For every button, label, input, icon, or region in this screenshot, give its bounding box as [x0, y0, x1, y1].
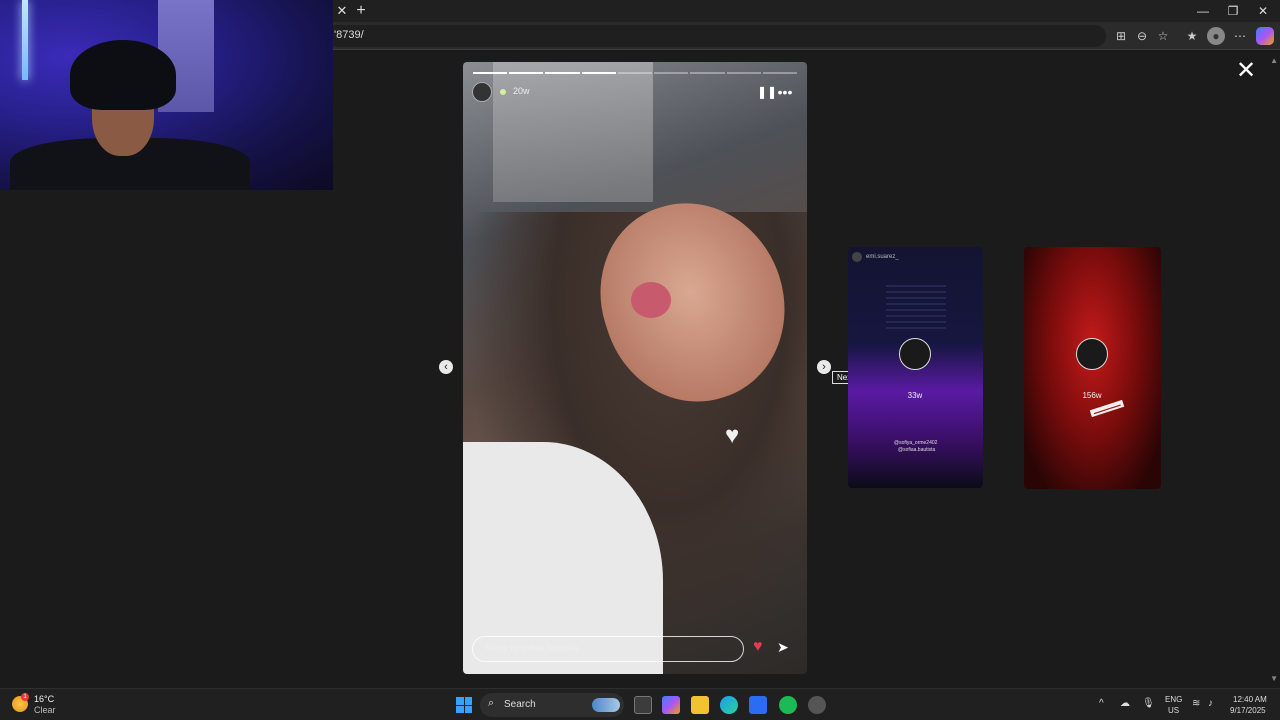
- taskbar: 1 16°C Clear ⌕ Search ^ ☁ 🎙 ENG US ≋ ♪ 1…: [0, 688, 1280, 720]
- preview-avatar: [899, 338, 931, 370]
- copilot-icon[interactable]: [1256, 27, 1274, 45]
- weather-temperature[interactable]: 16°C: [34, 694, 54, 704]
- next-story-preview[interactable]: emi.suarez_ 33w @sofiya_orme2402 @sofiaa…: [848, 247, 983, 488]
- previous-story-icon[interactable]: ‹: [439, 360, 453, 374]
- preview-time: 33w: [907, 391, 923, 400]
- new-tab-icon[interactable]: +: [352, 2, 370, 20]
- preview-text-block: [886, 285, 946, 329]
- favorites-icon[interactable]: ★: [1183, 27, 1201, 45]
- story-photo-lips: [631, 282, 671, 318]
- preview-time: 156w: [1082, 391, 1102, 400]
- close-viewer-icon[interactable]: ✕: [1234, 59, 1258, 84]
- taskbar-search[interactable]: ⌕ Search: [480, 693, 624, 717]
- story-progress-bar: [473, 72, 797, 74]
- region[interactable]: US: [1168, 706, 1179, 715]
- edge-browser-icon[interactable]: [720, 696, 738, 714]
- volume-icon[interactable]: ♪: [1208, 698, 1213, 709]
- story-card[interactable]: 20w ❚❚ ••• ♥ Reply to sofiaa.bautista...…: [463, 62, 807, 674]
- store-icon[interactable]: [749, 696, 767, 714]
- story-author-avatar[interactable]: [472, 82, 492, 102]
- story-car-window: [493, 62, 653, 202]
- more-options-icon[interactable]: •••: [775, 84, 795, 100]
- pause-icon[interactable]: ❚❚: [757, 84, 777, 100]
- progress-segment: [617, 72, 653, 74]
- preview-avatar-small: [852, 252, 862, 262]
- close-friends-dot-icon: [500, 89, 506, 95]
- send-icon[interactable]: ➤: [777, 639, 789, 656]
- search-highlight-image: [592, 698, 620, 712]
- like-heart-icon[interactable]: ♥: [753, 638, 763, 656]
- weather-condition[interactable]: Clear: [34, 705, 56, 715]
- profile-avatar-icon[interactable]: ●: [1207, 27, 1225, 45]
- restore-icon[interactable]: ❐: [1218, 2, 1248, 20]
- more-menu-icon[interactable]: ⋯: [1231, 27, 1249, 45]
- scroll-up-icon[interactable]: ▲: [1270, 56, 1278, 65]
- url-field[interactable]: '8739/: [326, 25, 1106, 47]
- window-close-icon[interactable]: ✕: [1248, 2, 1278, 20]
- scroll-down-icon[interactable]: ▼: [1270, 674, 1278, 683]
- file-explorer-icon[interactable]: [691, 696, 709, 714]
- next-story-icon[interactable]: ›: [817, 360, 831, 374]
- clock-date[interactable]: 9/17/2025: [1230, 706, 1266, 715]
- zoom-icon[interactable]: ⊖: [1133, 27, 1151, 45]
- weather-badge: 1: [21, 693, 29, 701]
- preview-avatar: [1076, 338, 1108, 370]
- language[interactable]: ENG: [1165, 695, 1182, 704]
- task-view-icon[interactable]: [634, 696, 652, 714]
- progress-segment: [473, 72, 508, 74]
- tray-overflow-icon[interactable]: ^: [1099, 698, 1104, 709]
- progress-segment: [762, 72, 797, 74]
- webcam-overlay: [0, 0, 333, 190]
- reply-placeholder: Reply to sofiaa.bautista...: [485, 643, 587, 653]
- search-icon: ⌕: [488, 697, 495, 709]
- progress-segment: [654, 72, 689, 74]
- story-time: 20w: [513, 86, 530, 96]
- preview-sticker: ▬▬▬▬▬▬▬: [1089, 399, 1125, 418]
- webcam-person-hair: [70, 40, 176, 110]
- minimize-icon[interactable]: —: [1188, 2, 1218, 20]
- upcoming-story-preview[interactable]: 156w ▬▬▬▬▬▬▬: [1024, 247, 1161, 489]
- spotify-icon[interactable]: [779, 696, 797, 714]
- copilot-app-icon[interactable]: [662, 696, 680, 714]
- progress-segment: [726, 72, 761, 74]
- search-label: Search: [504, 699, 536, 710]
- progress-segment: [690, 72, 725, 74]
- progress-segment: [545, 72, 580, 74]
- steam-icon[interactable]: [808, 696, 826, 714]
- preview-mention: @sofiya_orme2402: [894, 440, 938, 446]
- wifi-icon[interactable]: ≋: [1192, 698, 1200, 709]
- windows-start-icon[interactable]: [456, 697, 472, 713]
- heart-outline-icon: ♥: [725, 422, 740, 449]
- onedrive-icon[interactable]: ☁: [1120, 698, 1130, 709]
- progress-segment: [509, 72, 544, 74]
- url-text: '8739/: [334, 29, 364, 41]
- microphone-icon[interactable]: 🎙: [1142, 698, 1155, 709]
- favorite-star-icon[interactable]: ☆: [1154, 27, 1172, 45]
- reader-view-icon[interactable]: ⊞: [1112, 27, 1130, 45]
- preview-mention: @sofiaa.bautista: [898, 447, 936, 453]
- clock-time[interactable]: 12:40 AM: [1233, 695, 1267, 704]
- webcam-led-strip: [22, 0, 28, 80]
- tab-close-icon[interactable]: ✕: [334, 3, 350, 19]
- preview-username: emi.suarez_: [866, 254, 899, 260]
- reply-input[interactable]: Reply to sofiaa.bautista...: [472, 636, 744, 662]
- progress-segment: [581, 72, 616, 74]
